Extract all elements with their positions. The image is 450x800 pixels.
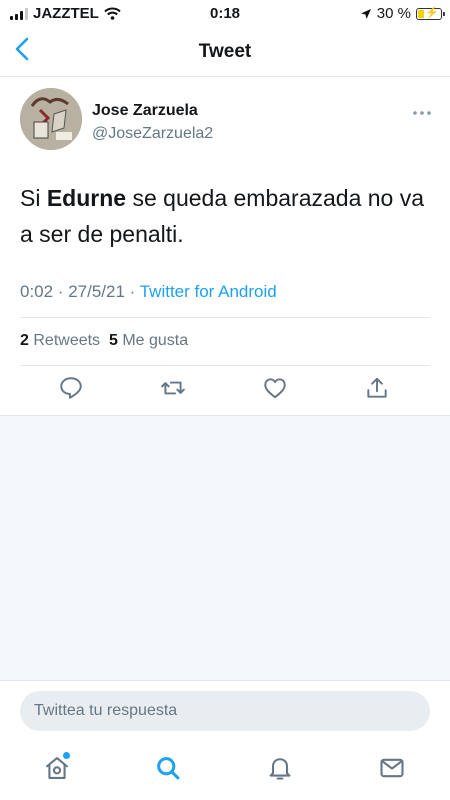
tab-search[interactable] (154, 754, 184, 784)
notifications-icon (269, 758, 291, 780)
divider (20, 317, 430, 318)
tab-notifications[interactable] (266, 754, 296, 784)
location-arrow-icon (360, 8, 371, 19)
avatar[interactable] (20, 88, 82, 150)
replies-area (0, 415, 450, 681)
retweets-stat[interactable]: 2 Retweets (20, 332, 100, 349)
divider (20, 365, 430, 366)
reply-button[interactable] (58, 375, 86, 403)
charging-bolt-icon: ⚡ (425, 6, 439, 19)
share-button[interactable] (364, 375, 392, 403)
battery-icon: ⚡ (416, 6, 445, 20)
status-bar: JAZZTEL 0:18 30 % ⚡ (0, 0, 450, 28)
author-handle[interactable]: @JoseZarzuela2 (92, 125, 213, 143)
retweet-icon (161, 381, 185, 395)
likes-label: Me gusta (122, 332, 189, 349)
more-icon (413, 111, 431, 115)
tweet-stats: 2 Retweets 5 Me gusta (20, 332, 188, 350)
tab-home[interactable] (43, 752, 73, 784)
reply-bar: Twittea tu respuesta (0, 680, 450, 741)
battery-fill (418, 9, 424, 18)
likes-count: 5 (108, 332, 118, 349)
page-title: Tweet (198, 41, 252, 62)
author-name[interactable]: Jose Zarzuela (92, 102, 198, 120)
avatar-image (20, 88, 82, 150)
battery-group: 30 % ⚡ (360, 5, 445, 22)
tweet-text-start: Si (20, 185, 47, 211)
like-button[interactable] (262, 375, 290, 403)
reply-input[interactable]: Twittea tu respuesta (20, 691, 430, 731)
nav-bar: Tweet (0, 28, 450, 77)
retweet-button[interactable] (160, 375, 188, 403)
tweet-actions (20, 375, 430, 407)
tab-bar (0, 740, 450, 800)
like-icon (264, 378, 286, 399)
likes-stat[interactable]: 5 Me gusta (109, 332, 188, 349)
share-icon (367, 377, 387, 398)
search-icon (157, 757, 180, 780)
home-notification-dot (63, 752, 70, 759)
tweet-text-bold: Edurne (46, 185, 127, 211)
retweets-count: 2 (20, 332, 29, 349)
reply-icon (60, 377, 82, 399)
tweet-timestamp: 0:02 · 27/5/21 · (20, 282, 140, 301)
battery-percent: 30 % (376, 5, 411, 22)
more-options-button[interactable] (412, 100, 432, 121)
tab-messages[interactable] (378, 754, 408, 784)
retweets-label: Retweets (33, 332, 101, 349)
tweet-meta: 0:02 · 27/5/21 · Twitter for Android (20, 282, 277, 302)
tweet-text: Si Edurne se queda embarazada no va a se… (20, 180, 430, 252)
tweet-source-link[interactable]: Twitter for Android (140, 282, 277, 301)
messages-icon (380, 758, 404, 778)
